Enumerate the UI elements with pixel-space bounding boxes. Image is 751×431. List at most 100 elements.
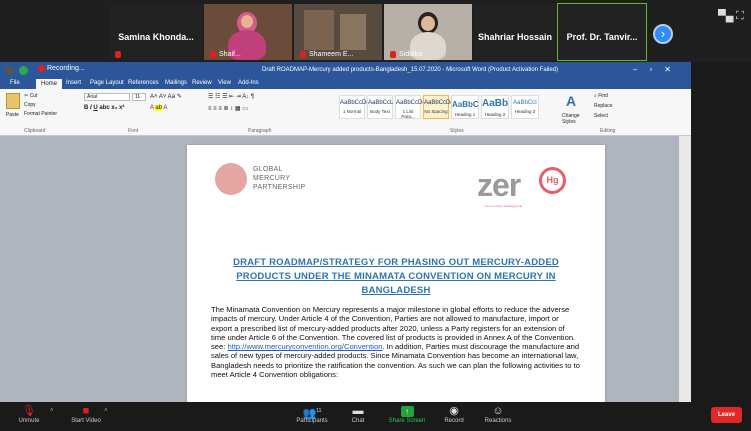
start-video-button[interactable]: ■ Start Video: [66, 404, 106, 424]
vertical-scrollbar[interactable]: [679, 136, 691, 402]
leave-button[interactable]: Leave: [711, 407, 742, 423]
tab-home[interactable]: Home: [36, 79, 63, 89]
style-sample: AaBbC: [452, 100, 479, 109]
muted-mic-icon: [115, 51, 121, 58]
participant-tile[interactable]: Shahriar Hossain: [474, 4, 556, 60]
logo-line: MERCURY: [253, 175, 291, 182]
window-controls[interactable]: –▫✕: [633, 65, 683, 74]
find-button[interactable]: ⌕ Find: [594, 93, 608, 99]
zero-logo-hg-icon: Hg: [539, 167, 566, 194]
paste-icon[interactable]: [6, 93, 20, 109]
cut-label: Cut: [29, 93, 38, 99]
tab-review[interactable]: Review: [192, 80, 212, 86]
font-name-select[interactable]: Arial: [84, 93, 130, 101]
clipboard-group-label: Clipboard: [24, 128, 46, 134]
record-dot-icon: [38, 65, 45, 72]
binoculars-icon: ⌕: [594, 93, 597, 99]
participant-tile[interactable]: Samina Khonda...: [110, 4, 202, 60]
video-off-icon: ■: [82, 405, 90, 417]
participant-tile-active-speaker[interactable]: Prof. Dr. Tanvir...: [557, 3, 647, 61]
find-label: Find: [598, 93, 608, 99]
background-shelf: [304, 10, 334, 50]
next-participants-button[interactable]: ›: [653, 24, 673, 44]
convention-link[interactable]: http://www.mercuryconvention.org/Convent…: [227, 342, 382, 351]
bold-italic-underline-icons[interactable]: B I U abc x₂ x²: [84, 105, 124, 111]
style-heading-1[interactable]: AaBbC Heading 1: [451, 95, 479, 119]
font-grow-shrink-icons[interactable]: A˄ A˅ Aa ✎: [150, 93, 182, 100]
participants-label: Participants: [296, 418, 328, 424]
tab-mailings[interactable]: Mailings: [165, 80, 187, 86]
reactions-button[interactable]: ☺ Reactions: [480, 404, 516, 424]
tab-file[interactable]: File: [4, 80, 26, 86]
style-sample: AaBb: [482, 98, 509, 109]
participants-icon: 👥11: [302, 407, 322, 420]
document-paragraph: The Minamata Convention on Mercury repre…: [211, 305, 581, 379]
share-screen-label: Share Screen: [388, 418, 426, 424]
participant-tile-video[interactable]: Siddika: [384, 4, 472, 60]
tab-page-layout[interactable]: Page Layout: [90, 80, 124, 86]
participant-name: Shaif...: [219, 51, 241, 58]
unmute-button[interactable]: 🎙 Unmute: [14, 404, 44, 424]
tab-references[interactable]: References: [128, 80, 159, 86]
tab-insert[interactable]: Insert: [66, 80, 81, 86]
font-color-icons[interactable]: A ab A: [150, 105, 167, 111]
gmp-logo-icon: [215, 163, 247, 195]
reactions-icon: ☺: [492, 405, 504, 417]
style-list-paragraph[interactable]: AaBbCcDc 1 List Para...: [395, 95, 425, 119]
paste-button[interactable]: Paste: [6, 112, 19, 118]
font-color-icon: A: [163, 105, 168, 111]
cut-button[interactable]: ✂ Cut: [24, 93, 37, 99]
tab-add-ins[interactable]: Add-Ins: [238, 80, 259, 86]
style-name: Body Text: [370, 109, 390, 114]
fullscreen-icon[interactable]: ⛶: [736, 10, 744, 23]
alignment-icons[interactable]: ≡ ≡ ≡ ≣ ↕ ▦ ▭: [208, 105, 248, 112]
change-styles-icon[interactable]: A: [566, 93, 576, 109]
style-heading-3[interactable]: AaBbCcI Heading 3: [511, 95, 539, 119]
record-button[interactable]: ◉ Record: [440, 404, 468, 424]
replace-button[interactable]: Replace: [594, 103, 612, 109]
tab-view[interactable]: View: [218, 80, 231, 86]
start-video-label: Start Video: [71, 418, 101, 424]
style-no-spacing[interactable]: AaBbCcDdI No Spacing: [423, 95, 455, 119]
document-page[interactable]: GLOBAL MERCURY PARTNERSHIP zer Hg zero m…: [187, 145, 605, 402]
paragraph-group-label: Paragraph: [248, 128, 272, 134]
list-icons[interactable]: ☰ ☷ ☰ ⇤ ⇥ A↓ ¶: [208, 93, 254, 100]
participant-label: Shameem E...: [300, 51, 353, 58]
select-button[interactable]: Select: [594, 113, 608, 119]
audio-options-caret[interactable]: ˄: [50, 408, 54, 414]
highlight-icon: ab: [155, 105, 163, 111]
muted-mic-icon: 🎙: [22, 405, 36, 417]
minimize-icon[interactable]: –: [633, 65, 649, 74]
style-normal[interactable]: AaBbCcDc 1 Normal: [339, 95, 369, 119]
zero-logo-subtitle: zero mercury working group: [485, 204, 523, 208]
font-size-select[interactable]: 11: [132, 93, 146, 101]
maximize-icon[interactable]: ▫: [649, 65, 664, 74]
share-screen-button[interactable]: ↑ Share Screen: [384, 404, 430, 424]
text-effects-icon: A: [150, 105, 154, 111]
shared-screen: Recording... Draft ROADMAP-Mercury added…: [0, 62, 691, 402]
unmute-label: Unmute: [18, 418, 40, 424]
muted-mic-icon: [390, 51, 396, 58]
participant-tile-video[interactable]: Shameem E...: [294, 4, 382, 60]
record-icon: ◉: [449, 405, 459, 417]
style-heading-2[interactable]: AaBb Heading 2: [481, 95, 509, 119]
document-title: DRAFT ROADMAP/STRATEGY FOR PHASING OUT M…: [233, 257, 559, 296]
format-painter-button[interactable]: Format Painter: [24, 111, 57, 117]
meeting-toolbar: 🎙 Unmute ˄ ■ Start Video ˄ 👥11 Participants…: [0, 402, 751, 431]
muted-mic-icon: [210, 51, 216, 58]
change-styles-button[interactable]: Change Styles: [562, 113, 584, 125]
close-icon[interactable]: ✕: [664, 65, 683, 74]
speaker-view-icon[interactable]: ▀▄: [718, 10, 734, 22]
editing-group-label: Editing: [600, 128, 616, 134]
zoom-options-icon[interactable]: [5, 66, 14, 75]
participant-name: Prof. Dr. Tanvir...: [566, 32, 638, 42]
style-body-text[interactable]: AaBbCcL Body Text: [367, 95, 393, 119]
recording-label: Recording...: [47, 65, 85, 72]
participant-tile-video[interactable]: Shaif...: [204, 4, 292, 60]
participants-button[interactable]: 👥11 Participants: [292, 404, 332, 424]
chat-icon: ▬: [352, 405, 364, 417]
video-options-caret[interactable]: ˄: [104, 408, 108, 414]
chat-button[interactable]: ▬ Chat: [346, 404, 370, 424]
person-face: [241, 15, 253, 28]
copy-button[interactable]: Copy: [24, 102, 36, 108]
